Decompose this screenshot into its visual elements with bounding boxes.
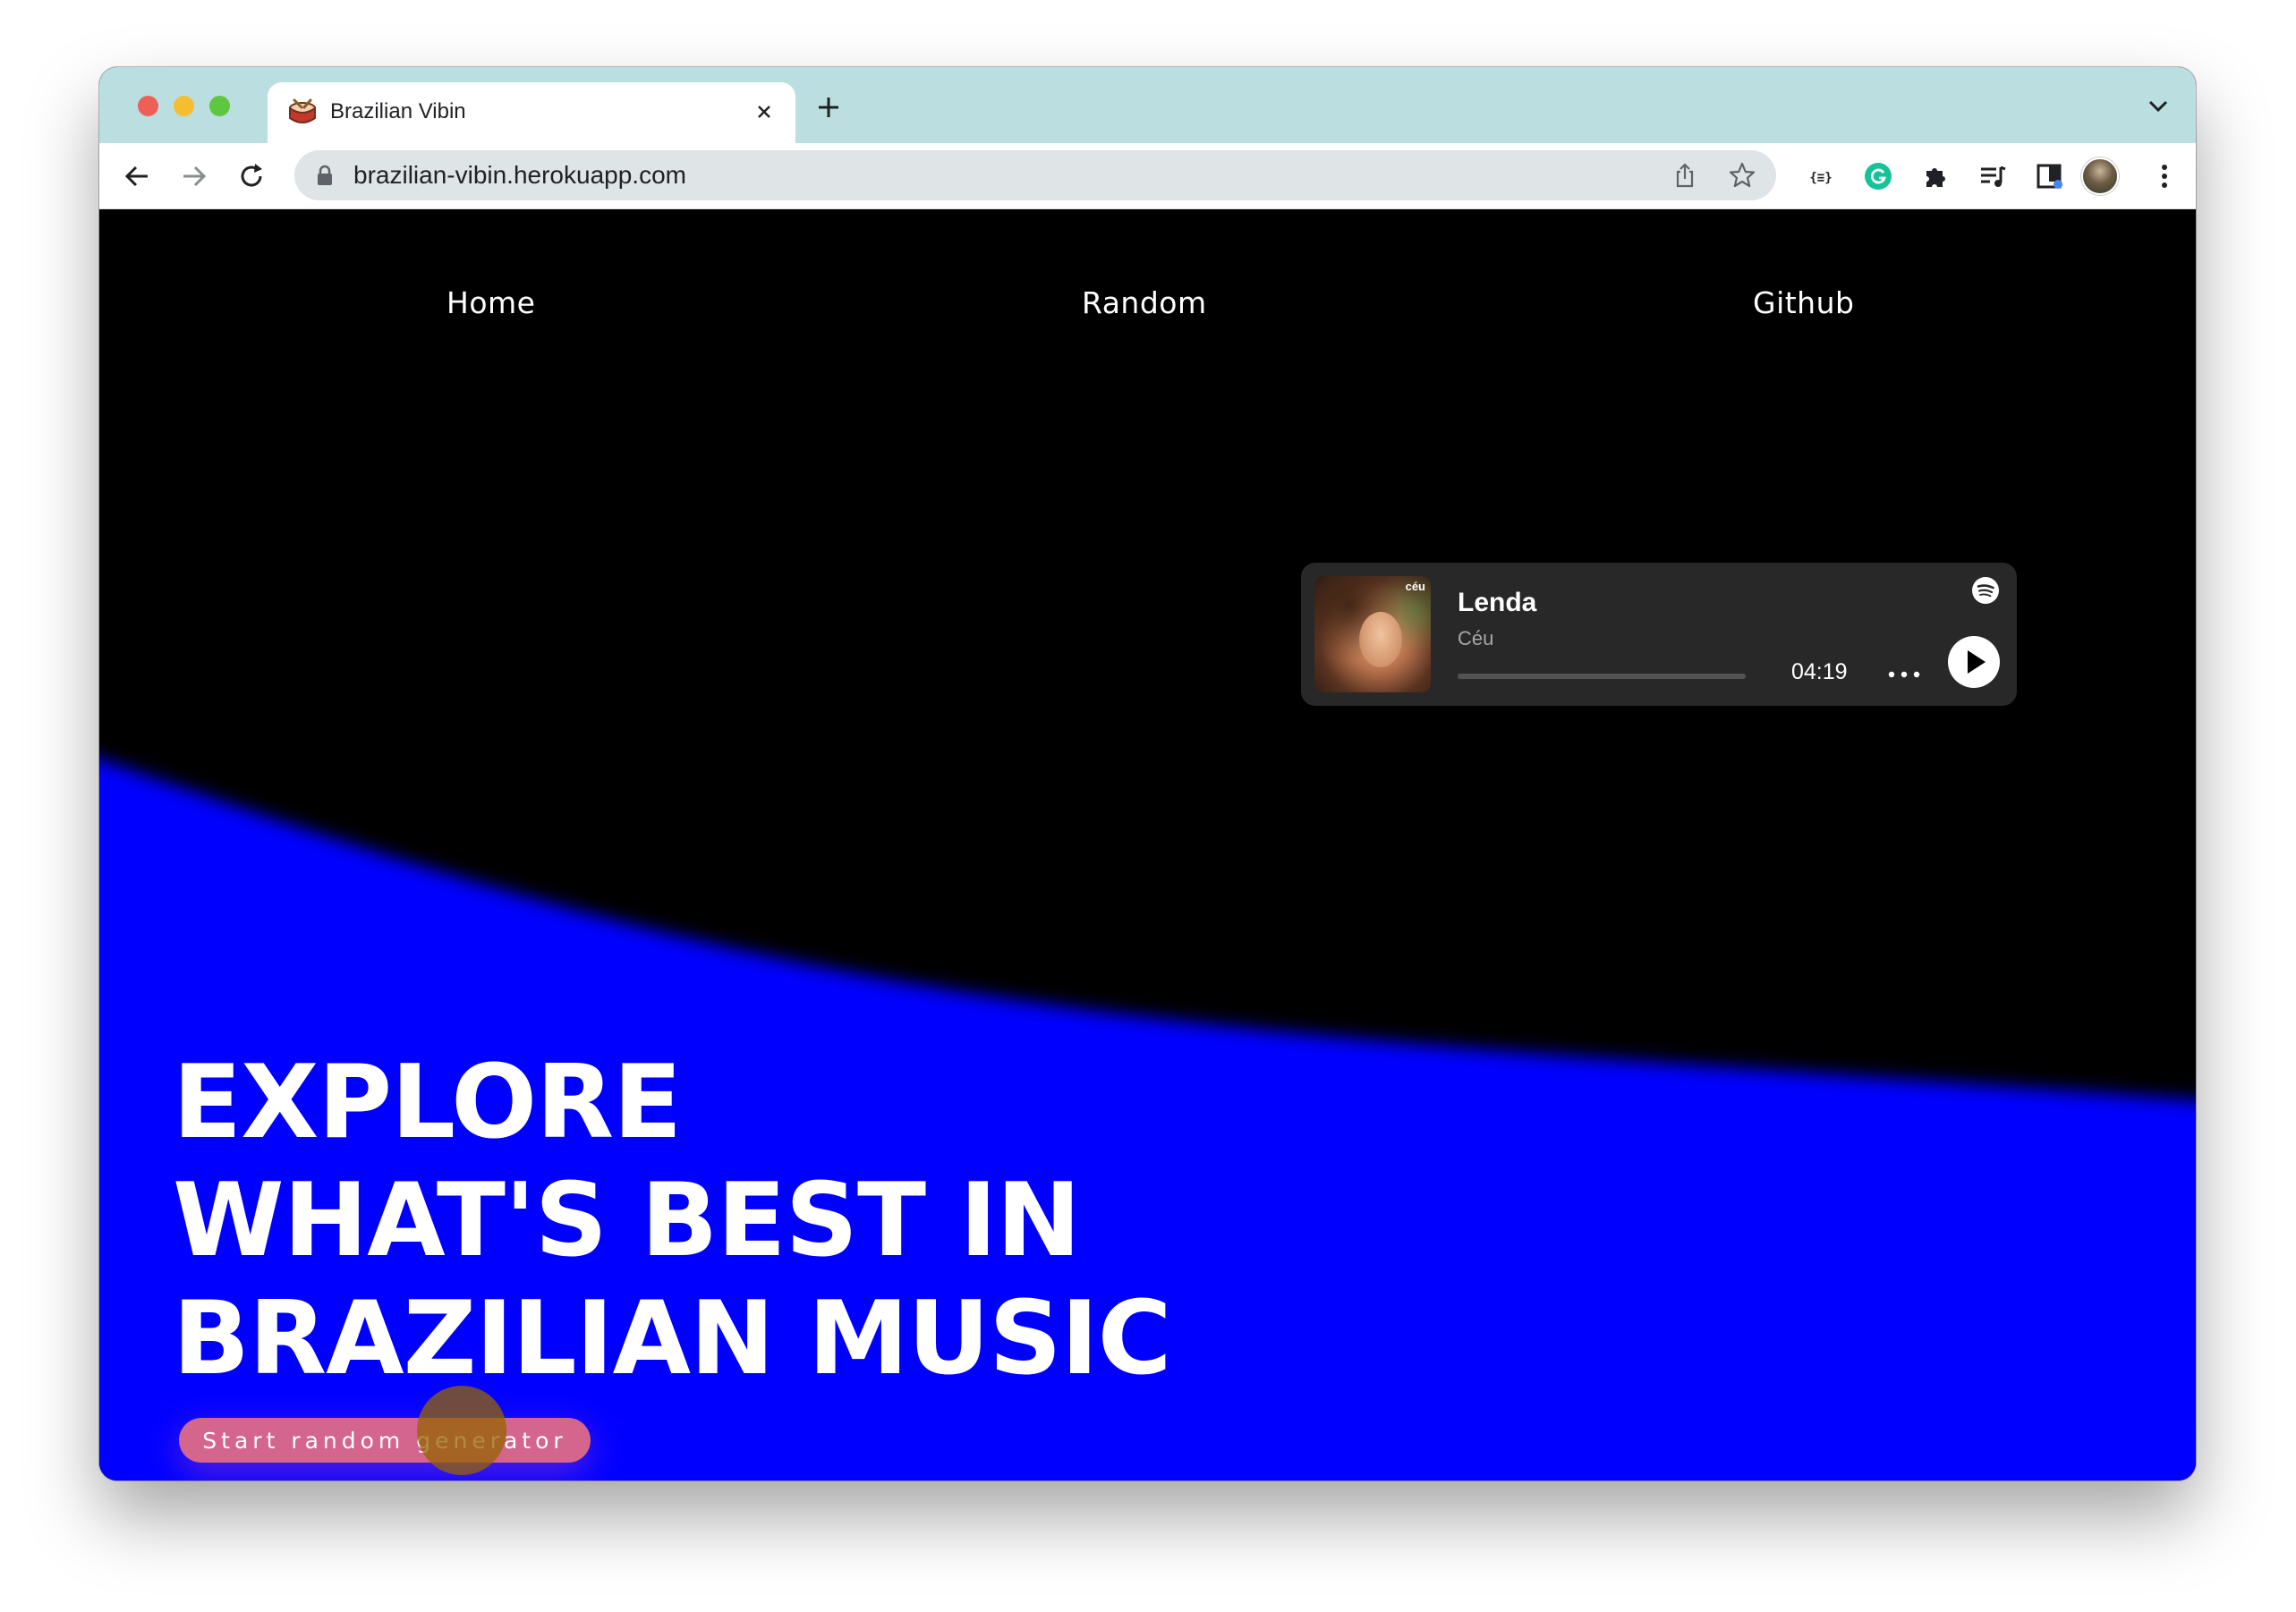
maximize-window-button[interactable] [209, 96, 230, 116]
album-cover[interactable]: céu [1314, 576, 1431, 692]
tab-brazilian-vibin[interactable]: Brazilian Vibin [268, 82, 795, 143]
star-icon[interactable] [1728, 161, 1756, 190]
hero-line-1: EXPLORE [173, 1043, 682, 1161]
nav-github-link[interactable]: Github [1753, 285, 1854, 320]
sidebar-icon[interactable] [2034, 160, 2066, 192]
new-tab-icon[interactable] [815, 94, 842, 121]
media-control-icon[interactable] [1977, 160, 2009, 192]
nav-random-link[interactable]: Random [1082, 285, 1207, 320]
minimize-window-button[interactable] [174, 96, 194, 116]
lock-icon[interactable] [316, 165, 334, 186]
track-artist[interactable]: Céu [1458, 627, 1493, 650]
spotify-logo-icon[interactable] [1971, 576, 2000, 605]
hero-line-2: WHAT'S BEST IN [173, 1161, 1081, 1279]
close-window-button[interactable] [138, 96, 158, 116]
hero-heading: EXPLORE WHAT'S BEST IN BRAZILIAN MUSIC [173, 1043, 1172, 1397]
address-bar[interactable]: brazilian-vibin.herokuapp.com [294, 150, 1776, 200]
reload-icon[interactable] [235, 160, 268, 192]
svg-text:{≡}: {≡} [1809, 171, 1832, 185]
avatar[interactable] [2081, 157, 2119, 195]
chevron-down-icon[interactable] [2147, 99, 2169, 114]
url-text: brazilian-vibin.herokuapp.com [353, 161, 686, 189]
track-duration: 04:19 [1791, 659, 1848, 684]
json-viewer-icon[interactable]: {≡} [1805, 160, 1837, 192]
progress-bar[interactable] [1458, 674, 1746, 679]
arrow-left-icon[interactable] [121, 160, 153, 192]
grammarly-icon[interactable] [1862, 160, 1894, 192]
kebab-menu-icon[interactable] [2148, 160, 2181, 192]
page-content: Home Random Github céu Lenda Céu 04:19 E… [99, 209, 2196, 1480]
drum-icon [289, 98, 316, 123]
nav-home-link[interactable]: Home [446, 285, 535, 320]
browser-toolbar: brazilian-vibin.herokuapp.com {≡} [99, 143, 2196, 209]
cover-tag: céu [1405, 580, 1425, 593]
more-options-icon[interactable] [1886, 668, 1922, 681]
play-icon [1968, 650, 1986, 674]
hero-line-3: BRAZILIAN MUSIC [173, 1279, 1172, 1397]
share-icon[interactable] [1671, 161, 1699, 190]
close-tab-icon[interactable] [749, 97, 779, 127]
browser-window: Brazilian Vibin brazilian-vibin.herokuap… [99, 67, 2196, 1480]
track-title[interactable]: Lenda [1458, 588, 1536, 618]
tab-strip: Brazilian Vibin [99, 67, 2196, 143]
play-button[interactable] [1948, 636, 2000, 688]
tab-title: Brazilian Vibin [330, 99, 466, 123]
start-random-generator-button[interactable]: Start random generator [179, 1418, 591, 1463]
arrow-right-icon[interactable] [178, 160, 210, 192]
spotify-player: céu Lenda Céu 04:19 [1301, 563, 2017, 706]
puzzle-icon[interactable] [1919, 160, 1952, 192]
